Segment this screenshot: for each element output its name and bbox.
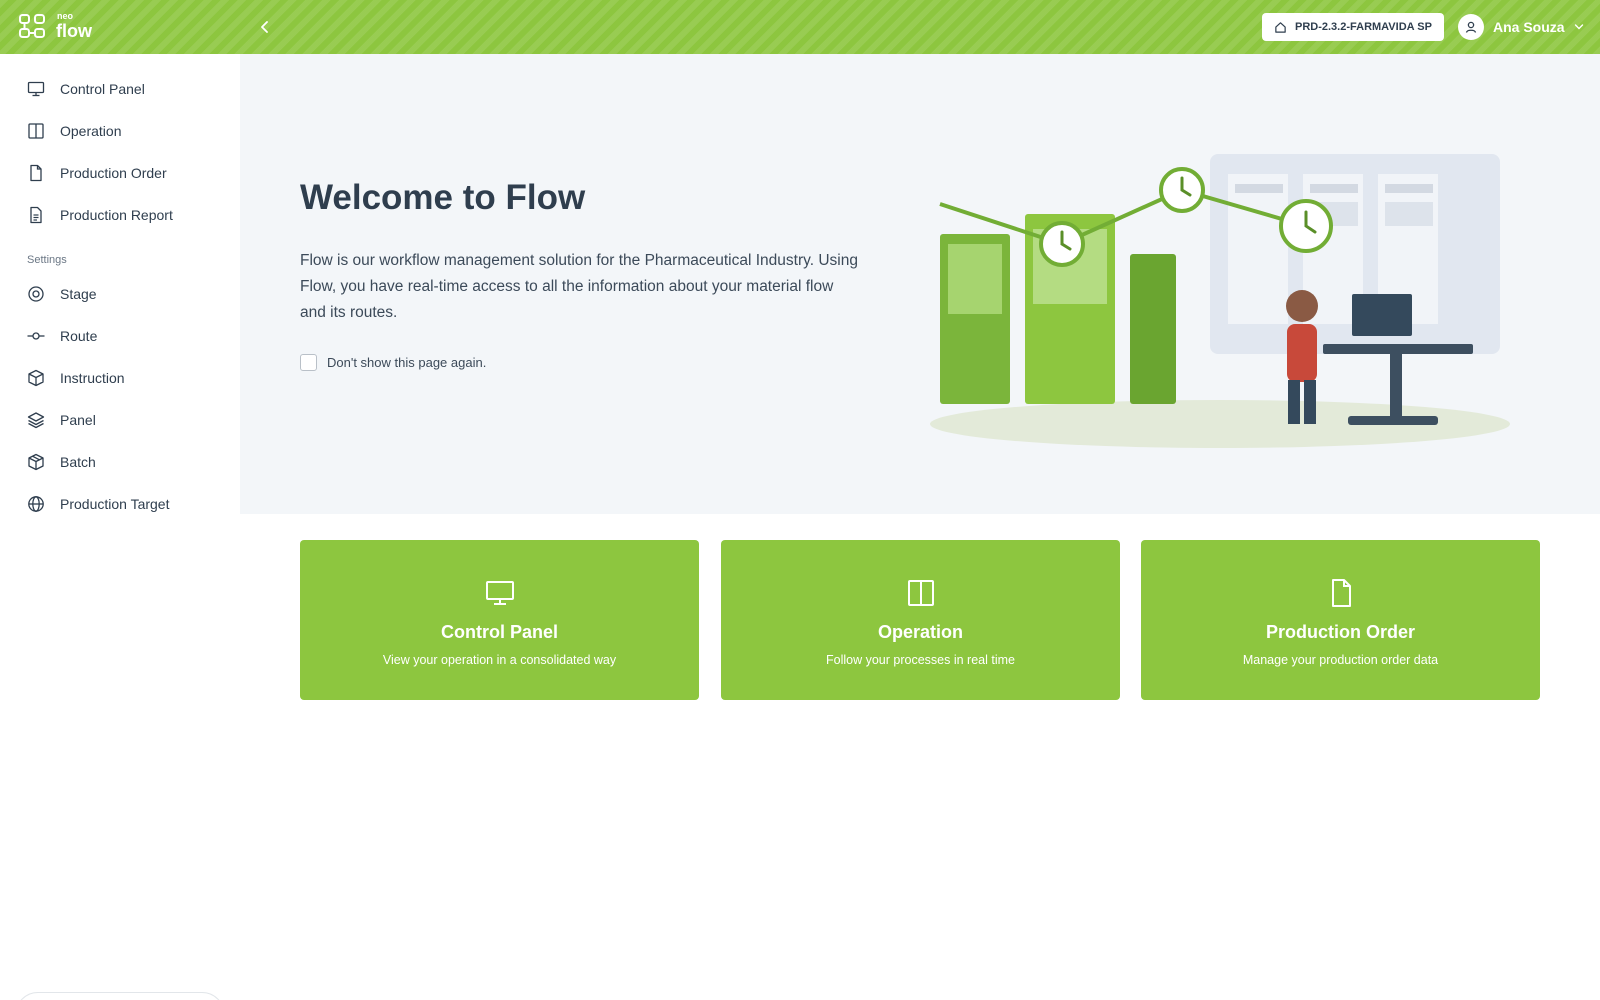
box-icon [28, 369, 44, 387]
illustration-clock-1 [1039, 221, 1085, 267]
sidebar-item-label: Batch [60, 454, 96, 470]
sidebar-item-instruction[interactable]: Instruction [27, 366, 125, 390]
chevron-left-icon [261, 21, 268, 33]
app-logo[interactable]: neo flow [18, 12, 92, 40]
checkbox-label: Don't show this page again. [327, 355, 487, 370]
sidebar-item-production-report[interactable]: Production Report [27, 203, 173, 227]
checkbox-box[interactable] [300, 354, 317, 371]
welcome-description: Flow is our workflow management solution… [300, 252, 858, 321]
monitor-icon [485, 581, 514, 605]
file-icon [1331, 579, 1351, 607]
sidebar-item-label: Operation [60, 123, 122, 139]
chevron-down-icon [1574, 24, 1583, 30]
card-operation[interactable]: Operation Follow your processes in real … [721, 540, 1120, 700]
target-icon [28, 286, 44, 302]
avatar [1458, 14, 1484, 40]
card-production-order[interactable]: Production Order Manage your production … [1141, 540, 1540, 700]
workflow-illustration [930, 154, 1510, 448]
sidebar-item-label: Control Panel [60, 81, 145, 97]
user-name: Ana Souza [1493, 19, 1565, 35]
logo-brand-small: neo [57, 11, 74, 21]
globe-icon [28, 496, 44, 512]
welcome-hero: Welcome to Flow Flow is our workflow man… [240, 54, 1600, 514]
file-text-icon [30, 206, 42, 224]
user-icon [1465, 21, 1477, 33]
card-title: Operation [877, 622, 963, 642]
file-icon [30, 164, 42, 182]
illustration-clock-2 [1159, 167, 1205, 213]
sidebar-item-route[interactable]: Route [27, 324, 97, 348]
card-control-panel[interactable]: Control Panel View your operation in a c… [300, 540, 699, 700]
card-title: Control Panel [440, 622, 558, 642]
columns-icon [907, 580, 934, 606]
card-subtitle: Manage your production order data [1242, 653, 1439, 667]
page-title: Welcome to Flow [300, 178, 586, 217]
user-menu[interactable]: Ana Souza [1458, 13, 1584, 41]
columns-icon [28, 123, 44, 139]
sidebar-item-label: Route [60, 328, 98, 344]
sidebar-item-stage[interactable]: Stage [27, 282, 97, 306]
illustration-bar-3 [1130, 254, 1176, 404]
environment-selector[interactable]: PRD-2.3.2-FARMAVIDA SP [1262, 13, 1444, 41]
sidebar-item-label: Panel [60, 412, 96, 428]
sidebar-item-production-target[interactable]: Production Target [27, 492, 169, 516]
sidebar-item-panel[interactable]: Panel [27, 408, 96, 432]
settings-section-label: Settings [27, 254, 67, 266]
dont-show-again-checkbox[interactable]: Don't show this page again. [300, 354, 486, 371]
home-icon [1275, 21, 1286, 33]
card-subtitle: View your operation in a consolidated wa… [382, 653, 617, 667]
top-bar: neo flow PRD-2.3.2-FARMAVIDA SP Ana Souz… [0, 0, 1600, 54]
sidebar: Control Panel Operation Production Order… [0, 54, 240, 1000]
package-icon [28, 453, 44, 471]
sidebar-item-operation[interactable]: Operation [27, 119, 121, 143]
neo-launcher[interactable]: neo [15, 992, 225, 1000]
collapse-sidebar-button[interactable] [255, 17, 275, 37]
sidebar-item-label: Production Target [60, 496, 170, 512]
flow-logo-icon [19, 14, 45, 38]
card-title: Production Order [1265, 622, 1415, 642]
sidebar-item-label: Production Order [60, 165, 167, 181]
sidebar-item-label: Stage [60, 286, 97, 302]
sidebar-item-production-order[interactable]: Production Order [27, 161, 167, 185]
environment-label: PRD-2.3.2-FARMAVIDA SP [1295, 21, 1432, 33]
sidebar-item-batch[interactable]: Batch [27, 450, 96, 474]
sidebar-item-label: Production Report [60, 207, 173, 223]
route-icon [27, 332, 45, 340]
logo-brand-name: flow [56, 21, 92, 41]
card-subtitle: Follow your processes in real time [826, 653, 1015, 667]
illustration-clock-3 [1279, 199, 1333, 253]
sidebar-item-label: Instruction [60, 370, 125, 386]
monitor-icon [27, 81, 45, 97]
layers-icon [27, 412, 45, 429]
sidebar-item-control-panel[interactable]: Control Panel [27, 77, 145, 101]
